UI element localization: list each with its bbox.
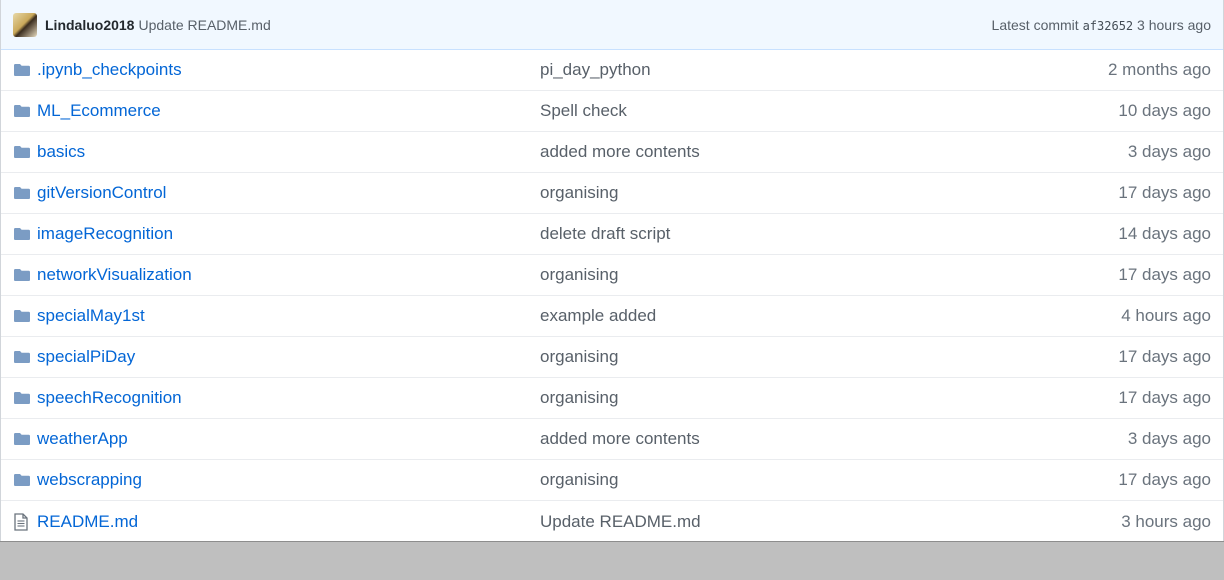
file-name-link[interactable]: ML_Ecommerce <box>37 101 540 121</box>
commit-time: 3 hours ago <box>1137 16 1211 33</box>
commit-message-link[interactable]: organising <box>540 470 1118 490</box>
commit-age: 17 days ago <box>1118 388 1211 407</box>
file-name-link[interactable]: specialMay1st <box>37 306 540 326</box>
table-row[interactable]: basics added more contents 3 days ago <box>1 132 1223 173</box>
table-row[interactable]: speechRecognition organising 17 days ago <box>1 378 1223 419</box>
latest-commit-bar: Lindaluo2018 Update README.md Latest com… <box>1 0 1223 50</box>
commit-age: 17 days ago <box>1118 265 1211 284</box>
file-name-link[interactable]: webscrapping <box>37 470 540 490</box>
commit-age: 17 days ago <box>1118 470 1211 489</box>
commit-age: 17 days ago <box>1118 347 1211 366</box>
file-name-link[interactable]: networkVisualization <box>37 265 540 285</box>
table-row[interactable]: README.md Update README.md 3 hours ago <box>1 501 1223 542</box>
table-row[interactable]: networkVisualization organising 17 days ag… <box>1 255 1223 296</box>
commit-message-link[interactable]: added more contents <box>540 429 1128 449</box>
commit-age: 17 days ago <box>1118 183 1211 202</box>
commit-author[interactable]: Lindaluo2018 <box>45 17 134 33</box>
commit-age: 3 hours ago <box>1121 511 1211 531</box>
file-name-link[interactable]: imageRecognition <box>37 224 540 244</box>
commit-age: 14 days ago <box>1118 224 1211 243</box>
file-name-link[interactable]: basics <box>37 142 540 162</box>
table-row[interactable]: .ipynb_checkpoints pi_day_python 2 months … <box>1 50 1223 91</box>
file-list: .ipynb_checkpoints pi_day_python 2 months … <box>1 50 1223 542</box>
file-name-link[interactable]: speechRecognition <box>37 388 540 408</box>
table-row[interactable]: gitVersionControl organising 17 days ago <box>1 173 1223 214</box>
commit-message-link[interactable]: delete draft script <box>540 224 1118 244</box>
commit-message-link[interactable]: example added <box>540 306 1121 326</box>
commit-message-link[interactable]: organising <box>540 388 1118 408</box>
table-row[interactable]: specialPiDay organising 17 days ago <box>1 337 1223 378</box>
file-name-link[interactable]: .ipynb_checkpoints <box>37 60 540 80</box>
bottom-scroll-area[interactable] <box>0 541 1224 580</box>
commit-message-link[interactable]: organising <box>540 183 1118 203</box>
folder-icon <box>13 391 37 405</box>
folder-icon <box>13 227 37 241</box>
commit-message-link[interactable]: pi_day_python <box>540 60 1108 80</box>
file-name-link[interactable]: gitVersionControl <box>37 183 540 203</box>
folder-icon <box>13 473 37 487</box>
commit-age: 10 days ago <box>1118 101 1211 120</box>
table-row[interactable]: weatherApp added more contents 3 days ago <box>1 419 1223 460</box>
latest-commit-label: Latest commit <box>991 16 1079 33</box>
commit-message-link[interactable]: Update README.md <box>540 512 1121 532</box>
avatar[interactable] <box>13 12 37 37</box>
folder-icon <box>13 186 37 200</box>
commit-message-link[interactable]: added more contents <box>540 142 1128 162</box>
file-browser-panel: Lindaluo2018 Update README.md Latest com… <box>0 0 1224 541</box>
file-name-link[interactable]: weatherApp <box>37 429 540 449</box>
commit-age: 4 hours ago <box>1121 306 1211 325</box>
file-icon <box>13 512 37 531</box>
commit-message-link[interactable]: organising <box>540 347 1118 367</box>
commit-message-link[interactable]: organising <box>540 265 1118 285</box>
table-row[interactable]: imageRecognition delete draft script 14 da… <box>1 214 1223 255</box>
folder-icon <box>13 350 37 364</box>
commit-sha[interactable]: af32652 <box>1083 19 1134 33</box>
table-row[interactable]: specialMay1st example added 4 hours ago <box>1 296 1223 337</box>
folder-icon <box>13 104 37 118</box>
table-row[interactable]: ML_Ecommerce Spell check 10 days ago <box>1 91 1223 132</box>
commit-message-link[interactable]: Spell check <box>540 101 1118 121</box>
folder-icon <box>13 432 37 446</box>
folder-icon <box>13 268 37 282</box>
commit-age: 3 days ago <box>1127 142 1211 161</box>
folder-icon <box>13 63 37 77</box>
latest-commit-info: Latest commit af32652 3 hours ago <box>992 17 1211 33</box>
file-name-link[interactable]: specialPiDay <box>37 347 540 367</box>
commit-message[interactable]: Update README.md <box>138 17 270 33</box>
folder-icon <box>13 309 37 323</box>
folder-icon <box>13 145 37 159</box>
commit-age: 3 days ago <box>1127 429 1211 448</box>
file-name-link[interactable]: README.md <box>37 512 540 532</box>
commit-age: 2 months ago <box>1107 60 1211 79</box>
table-row[interactable]: webscrapping organising 17 days ago <box>1 460 1223 501</box>
